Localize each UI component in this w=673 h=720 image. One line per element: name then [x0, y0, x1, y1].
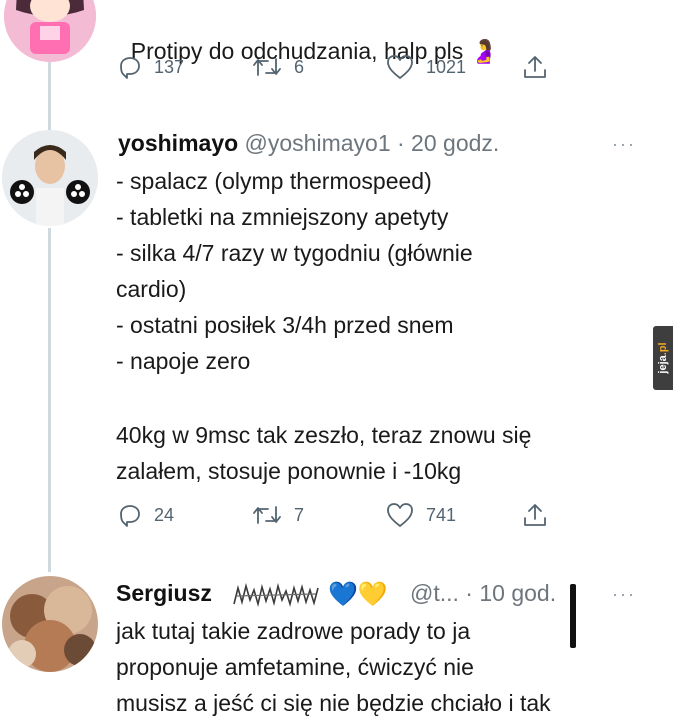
reply-count: 137 — [154, 56, 185, 77]
jeja-watermark[interactable]: jeja.pl — [653, 326, 673, 390]
like-count: 1021 — [426, 56, 467, 77]
heart-emojis: 💙💛 — [328, 581, 388, 608]
display-name[interactable]: yoshimayo — [118, 130, 238, 156]
tweet-actions: 137 6 1021 — [118, 52, 558, 82]
like-button[interactable]: 1021 — [386, 52, 466, 82]
like-icon — [387, 55, 413, 79]
tweet-line: cardio) — [116, 276, 187, 302]
retweet-icon — [253, 506, 281, 524]
tweet-line: - ostatni posiłek 3/4h przed snem — [116, 312, 454, 338]
avatar[interactable] — [2, 576, 98, 672]
like-icon — [387, 503, 413, 527]
avatar[interactable] — [4, 0, 96, 62]
handle-and-time[interactable]: @t... · 10 god. — [410, 580, 556, 607]
reply-icon — [120, 57, 140, 79]
like-button[interactable]: 741 — [386, 500, 456, 530]
share-button[interactable] — [522, 52, 548, 82]
tweet-actions: 24 7 741 — [118, 500, 558, 530]
tweet-line: 40kg w 9msc tak zeszło, teraz znowu się — [116, 422, 532, 448]
tweet-line: zalałem, stosuje ponownie i -10kg — [116, 458, 462, 484]
reply-icon — [120, 505, 140, 527]
handle-and-time[interactable]: @yoshimayo1 · 20 godz. — [245, 130, 500, 156]
reply-count: 24 — [154, 504, 175, 525]
display-name[interactable]: Sergiusz — [116, 580, 212, 606]
tweet-line: jak tutaj takie zadrowe porady to ja — [116, 618, 471, 644]
tweet-line: - tabletki na zmniejszony apetyty — [116, 204, 449, 230]
share-button[interactable] — [522, 500, 548, 530]
tweet-header: yoshimayo @yoshimayo1 · 20 godz. — [118, 130, 499, 157]
share-icon — [524, 56, 546, 78]
tweet-line: - silka 4/7 razy w tygodniu (głównie — [116, 240, 473, 266]
tweet-line: - spalacz (olymp thermospeed) — [116, 168, 432, 194]
tweet-header: Sergiusz — [116, 580, 212, 607]
retweet-count: 7 — [294, 504, 305, 525]
retweet-count: 6 — [294, 56, 305, 77]
thread-line-top — [48, 62, 51, 130]
redaction-mark — [570, 584, 576, 648]
like-count: 741 — [426, 504, 457, 525]
tweet-line: musisz a jeść ci się nie będzie chciało … — [116, 690, 551, 716]
retweet-button[interactable]: 7 — [252, 500, 304, 530]
reply-button[interactable]: 24 — [118, 500, 174, 530]
tweet-line: - napoje zero — [116, 348, 251, 374]
tweet-line: proponuje amfetamine, ćwiczyć nie — [116, 654, 474, 680]
avatar[interactable] — [2, 130, 98, 226]
retweet-icon — [253, 58, 281, 76]
more-icon[interactable]: ··· — [612, 134, 636, 155]
share-icon — [524, 504, 546, 526]
thread-line-middle — [48, 228, 51, 572]
retweet-button[interactable]: 6 — [252, 52, 304, 82]
more-icon[interactable]: ··· — [612, 584, 636, 605]
reply-button[interactable]: 137 — [118, 52, 184, 82]
censored-name — [233, 582, 319, 608]
